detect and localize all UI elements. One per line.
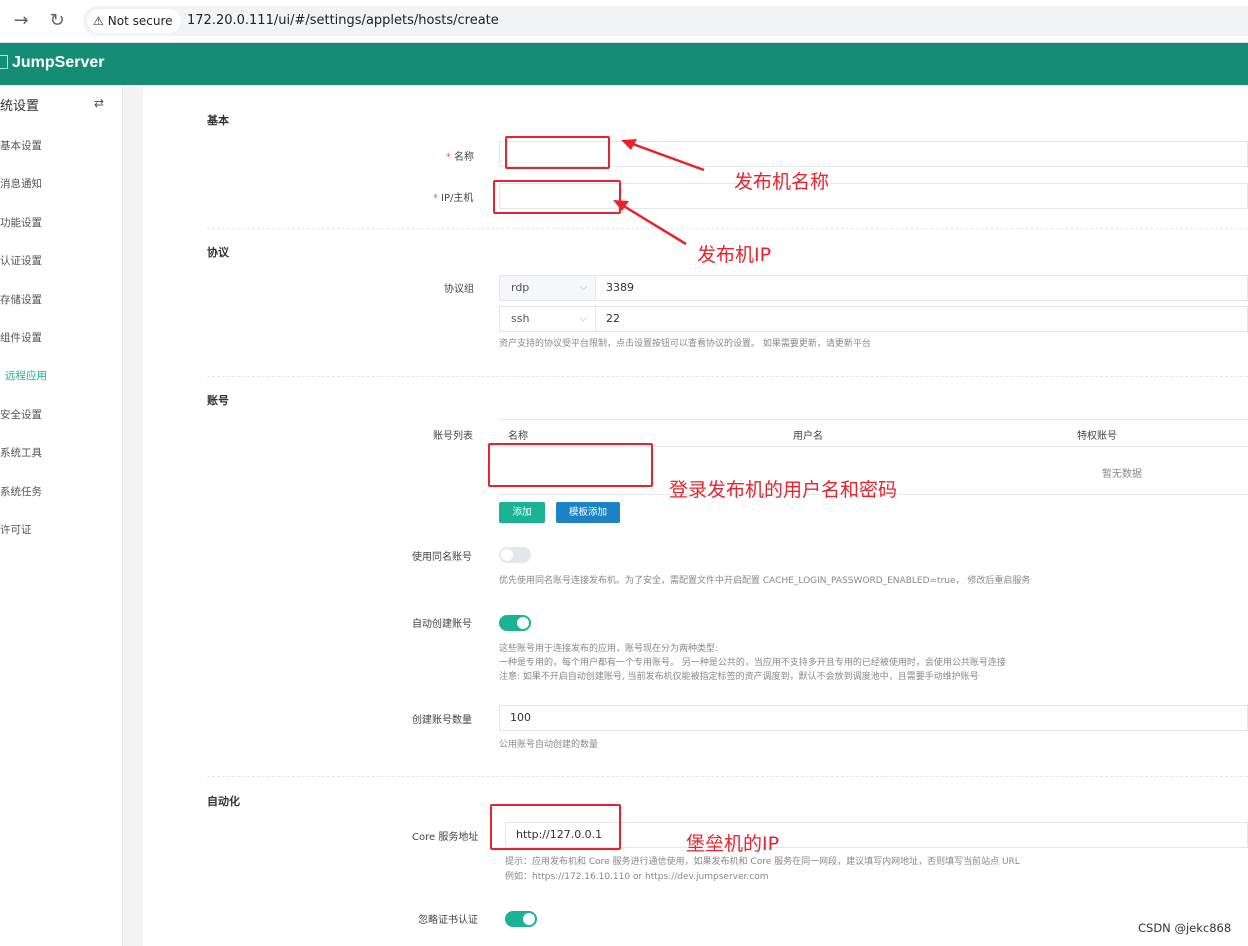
chevron-down-icon: ⌵ [579,313,587,324]
account-count-help-text: 公用账号自动创建的数量 [499,740,599,750]
sidebar-title: 统设置 [0,99,40,114]
sidebar: 统设置 ⇄ 基本设置 消息通知 功能设置 认证设置 存储设置 组件设置 远程应用… [0,85,123,946]
sidebar-item-security[interactable]: 安全设置 [0,407,42,422]
auto-create-help-line-1: 这些账号用于连接发布的应用，账号现在分为两种类型: [499,644,719,654]
annotation-text-name: 发布机名称 [734,171,830,193]
annotation-box-core [490,804,621,850]
sidebar-item-components[interactable]: 组件设置 [0,330,42,345]
account-count-input[interactable]: 100 [499,705,1248,731]
section-divider [207,228,1248,229]
brand-name: JumpServer [12,54,105,71]
empty-state-text: 暂无数据 [1102,469,1142,480]
section-title-account: 账号 [207,394,229,407]
ignore-cert-toggle[interactable] [505,911,537,927]
sidebar-item-auth[interactable]: 认证设置 [0,253,42,268]
security-chip[interactable]: ⚠ Not secure [87,9,181,33]
protocol-help-text: 资产支持的协议受平台限制，点击设置按钮可以查看协议的设置。 如果需要更新，请更新… [499,339,871,349]
protocol-select-rdp[interactable]: rdp ⌵ [499,275,596,301]
add-account-button[interactable]: 添加 [499,502,545,523]
auto-create-toggle[interactable] [499,615,531,631]
protocol-group-label: 协议组 [444,284,474,295]
toggle-knob [501,549,513,561]
url-text[interactable]: 172.20.0.111/ui/#/settings/applets/hosts… [187,13,499,28]
sidebar-item-tools[interactable]: 系统工具 [0,445,42,460]
sidebar-item-basic[interactable]: 基本设置 [0,138,42,153]
ignore-cert-label: 忽略证书认证 [418,915,478,926]
name-label: * 名称 [446,152,474,163]
protocol-select-ssh[interactable]: ssh ⌵ [499,306,596,332]
auto-create-help-line-2: 一种是专用的，每个用户都有一个专用账号。 另一种是公共的，当应用不支持多开且专用… [499,658,1006,668]
brand-logo[interactable]: JumpServer [0,54,105,72]
sidebar-item-features[interactable]: 功能设置 [0,215,42,230]
sidebar-item-notifications[interactable]: 消息通知 [0,176,42,191]
toggle-knob [523,913,535,925]
column-header-username[interactable]: 用户名 [793,427,823,442]
sidebar-item-remote-apps[interactable]: 远程应用 [5,368,47,383]
collapse-toggle-icon[interactable]: ⇄ [94,96,104,110]
name-input[interactable] [499,141,1248,167]
sidebar-item-license[interactable]: 许可证 [0,522,32,537]
required-mark: * [433,193,438,204]
forward-icon[interactable]: → [9,9,33,33]
annotation-box-name [505,136,610,169]
core-help-line-2: 例如：https://172.16.10.110 or https://dev.… [505,872,769,882]
annotation-text-ip: 发布机IP [697,244,772,266]
section-title-automation: 自动化 [207,795,240,808]
section-divider [207,776,1248,777]
app-header: JumpServer [0,43,1248,85]
port-input-ssh[interactable]: 22 [595,306,1248,332]
content-gutter [123,85,143,946]
annotation-text-account: 登录发布机的用户名和密码 [669,479,898,501]
reload-icon[interactable]: ↻ [45,9,69,33]
sidebar-item-storage[interactable]: 存储设置 [0,292,42,307]
section-title-protocol: 协议 [207,246,229,259]
auto-create-label: 自动创建账号 [412,619,472,630]
required-mark: * [446,152,451,163]
security-label: Not secure [107,14,173,28]
column-header-name[interactable]: 名称 [508,427,528,442]
toggle-knob [517,617,529,629]
core-address-label: Core 服务地址 [412,832,479,843]
warning-icon: ⚠ [93,14,104,28]
same-name-toggle[interactable] [499,547,531,563]
arrow-ip [621,203,687,246]
section-divider [207,376,1248,377]
same-name-label: 使用同名账号 [412,552,472,563]
chevron-down-icon: ⌵ [579,282,587,293]
annotation-box-ip [493,180,621,214]
account-count-label: 创建账号数量 [412,715,472,726]
annotation-box-account [488,443,653,487]
logo-icon [0,55,8,69]
ip-label: * IP/主机 [433,193,474,204]
same-name-help-text: 优先使用同名账号连接发布机。为了安全，需配置文件中开启配置 CACHE_LOGI… [499,576,1031,586]
browser-toolbar: → ↻ ⚠ Not secure 172.20.0.111/ui/#/settin… [0,0,1248,43]
port-input-rdp[interactable]: 3389 [595,275,1248,301]
watermark-text: CSDN @jekc868 [1138,921,1232,935]
core-help-line-1: 提示：应用发布机和 Core 服务进行通信使用，如果发布机和 Core 服务在同… [505,857,1020,867]
column-header-privileged[interactable]: 特权账号 [1077,427,1117,442]
sidebar-item-tasks[interactable]: 系统任务 [0,484,42,499]
auto-create-help-line-3: 注意: 如果不开启自动创建账号, 当前发布机仅能被指定标签的资产调度到，默认不会… [499,672,979,682]
annotation-text-core: 堡垒机的IP [686,833,780,855]
section-title-basic: 基本 [207,114,229,127]
account-list-label: 账号列表 [433,431,473,442]
template-add-button[interactable]: 模板添加 [556,502,620,523]
address-bar[interactable]: ⚠ Not secure 172.20.0.111/ui/#/settings/a… [83,6,1248,36]
